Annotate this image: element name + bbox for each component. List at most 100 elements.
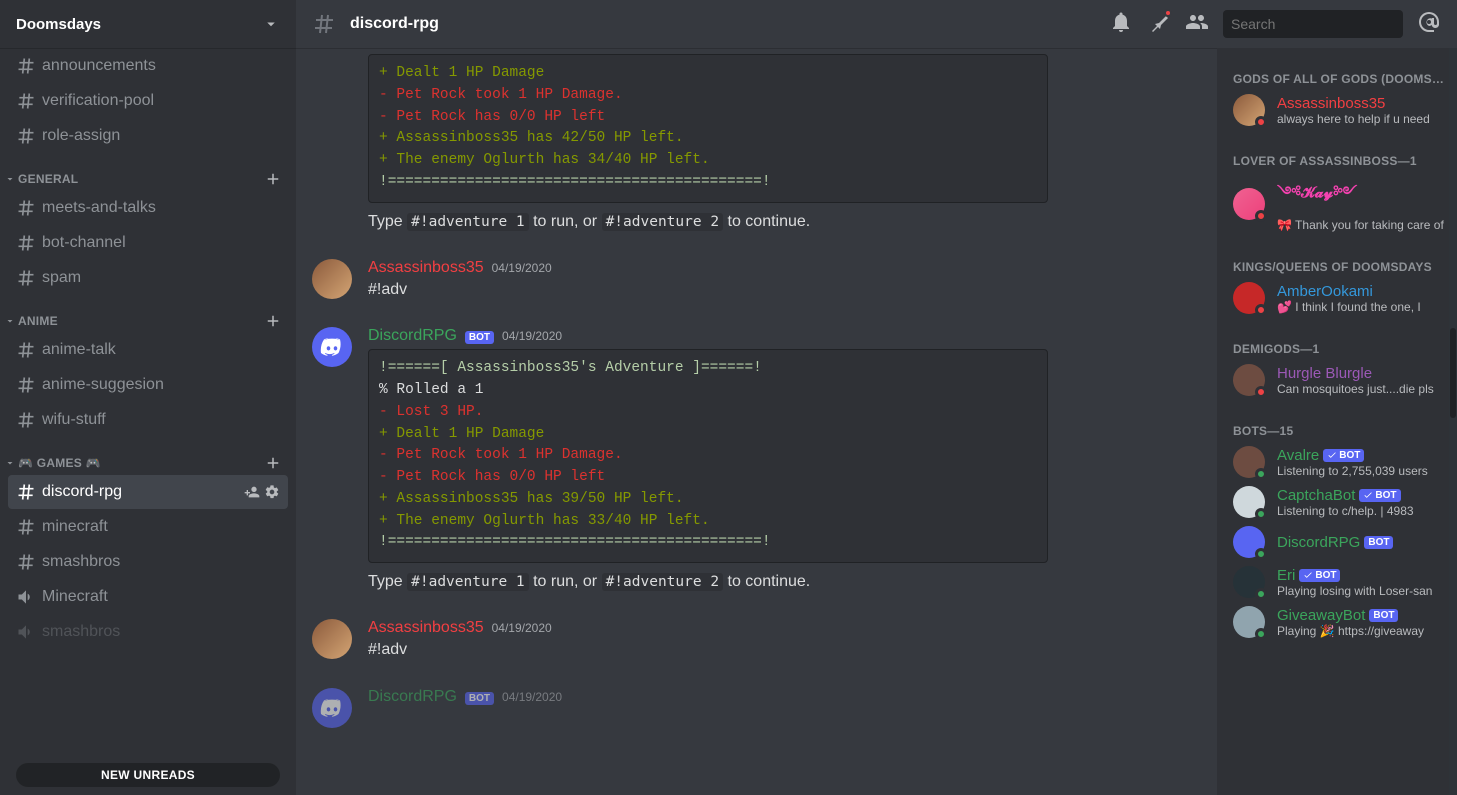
channel-item[interactable]: discord-rpg — [8, 475, 288, 509]
member-name: CaptchaBot BOT — [1277, 487, 1449, 504]
guild-header[interactable]: Doomsdays — [0, 0, 296, 48]
bot-tag: BOT — [1364, 536, 1393, 549]
channel-item[interactable]: spam — [8, 261, 288, 295]
hash-icon — [16, 482, 36, 502]
pin-indicator — [1164, 9, 1172, 17]
member-item[interactable]: AmberOokami💕 I think I found the one, I — [1233, 278, 1449, 318]
member-item[interactable]: ༺𝓚𝓪𝔂༻🎀 Thank you for taking care of — [1233, 172, 1449, 236]
channel-list: announcements verification-pool role-assig… — [0, 48, 296, 795]
bot-tag: BOT — [465, 331, 494, 344]
avatar — [1233, 94, 1265, 126]
message-text: #!adv — [368, 639, 1185, 661]
channel-title: discord-rpg — [350, 15, 439, 33]
channel-label: role-assign — [42, 127, 280, 145]
member-status-text: 💕 I think I found the one, I — [1277, 300, 1449, 314]
member-item[interactable]: GiveawayBot BOTPlaying 🎉 https://giveawa… — [1233, 602, 1449, 642]
channel-item[interactable]: announcements — [8, 49, 288, 83]
channel-item[interactable]: minecraft — [8, 510, 288, 544]
member-status-text: always here to help if u need — [1277, 112, 1449, 126]
code-block: + Dealt 1 HP Damage - Pet Rock took 1 HP… — [368, 54, 1048, 203]
code-block: !======[ Assassinboss35's Adventure ]===… — [368, 349, 1048, 563]
plus-icon[interactable] — [264, 312, 282, 330]
pinned-button[interactable] — [1147, 10, 1171, 39]
member-status-text: 🎀 Thank you for taking care of — [1277, 218, 1449, 232]
member-name: AmberOokami — [1277, 283, 1449, 300]
notifications-button[interactable] — [1109, 10, 1133, 39]
author-name[interactable]: DiscordRPG — [368, 327, 457, 345]
channel-label: smashbros — [42, 623, 280, 641]
message: + Dealt 1 HP Damage - Pet Rock took 1 HP… — [296, 48, 1201, 235]
channel-label: verification-pool — [42, 92, 280, 110]
member-status-text: Playing losing with Loser-san — [1277, 584, 1449, 598]
member-group-title: GODS OF ALL OF GODS (DOOMSDAYS) — [1233, 48, 1449, 90]
channel-item[interactable]: bot-channel — [8, 226, 288, 260]
member-list: GODS OF ALL OF GODS (DOOMSDAYS)Assassinb… — [1217, 48, 1457, 795]
unread-label: NEW UNREADS — [101, 768, 195, 782]
member-item[interactable]: DiscordRPG BOT — [1233, 522, 1449, 562]
hash-icon — [16, 552, 36, 572]
member-item[interactable]: Eri BOTPlaying losing with Loser-san — [1233, 562, 1449, 602]
member-item[interactable]: Hurgle BlurgleCan mosquitoes just....die… — [1233, 360, 1449, 400]
avatar[interactable] — [312, 259, 352, 299]
category-label: ANIME — [18, 314, 58, 328]
channel-item[interactable]: anime-talk — [8, 333, 288, 367]
timestamp: 04/19/2020 — [492, 621, 552, 635]
author-name[interactable]: DiscordRPG — [368, 688, 457, 706]
bot-tag: BOT — [465, 692, 494, 705]
category-label: 🎮 GAMES 🎮 — [18, 456, 101, 470]
channel-item[interactable]: Minecraft — [8, 580, 288, 614]
mentions-button[interactable] — [1417, 10, 1441, 39]
member-group-title: DEMIGODS—1 — [1233, 318, 1449, 360]
avatar[interactable] — [312, 327, 352, 367]
hash-icon — [16, 91, 36, 111]
channel-label: wifu-stuff — [42, 411, 280, 429]
member-name: ༺𝓚𝓪𝔂༻ — [1277, 176, 1449, 218]
new-unreads-pill[interactable]: NEW UNREADS — [16, 763, 280, 787]
channel-item[interactable]: smashbros — [8, 545, 288, 579]
search-box[interactable] — [1223, 10, 1403, 38]
member-group-title: KINGS/QUEENS OF DOOMSDAYS — [1233, 236, 1449, 278]
channel-item[interactable]: wifu-stuff — [8, 403, 288, 437]
channel-label: anime-suggesion — [42, 376, 280, 394]
scrollbar-track[interactable] — [1449, 48, 1457, 795]
chat-header: discord-rpg — [296, 0, 1457, 48]
status-indicator — [1255, 386, 1267, 398]
channel-item[interactable]: smashbros — [8, 615, 288, 649]
author-name[interactable]: Assassinboss35 — [368, 259, 484, 277]
channel-item[interactable]: verification-pool — [8, 84, 288, 118]
plus-icon[interactable] — [264, 170, 282, 188]
channel-item[interactable]: meets-and-talks — [8, 191, 288, 225]
scrollbar-thumb[interactable] — [1450, 328, 1456, 418]
gear-icon[interactable] — [264, 484, 280, 500]
member-item[interactable]: Avalre BOTListening to 2,755,039 users — [1233, 442, 1449, 482]
guild-name: Doomsdays — [16, 16, 101, 33]
bell-icon — [1109, 10, 1133, 34]
channel-label: Minecraft — [42, 588, 280, 606]
message: DiscordRPG BOT 04/19/2020 — [296, 680, 1201, 730]
search-input[interactable] — [1231, 16, 1412, 32]
member-list-toggle[interactable] — [1185, 10, 1209, 39]
channel-label: smashbros — [42, 553, 280, 571]
hash-icon — [16, 340, 36, 360]
channel-item[interactable]: anime-suggesion — [8, 368, 288, 402]
avatar — [1233, 282, 1265, 314]
channel-item[interactable]: role-assign — [8, 119, 288, 153]
channel-category-header[interactable]: ANIME — [0, 296, 296, 332]
message: DiscordRPGBOT04/19/2020!======[ Assassin… — [296, 319, 1201, 595]
avatar[interactable] — [312, 688, 352, 728]
author-name[interactable]: Assassinboss35 — [368, 619, 484, 637]
avatar[interactable] — [312, 619, 352, 659]
plus-icon[interactable] — [264, 454, 282, 472]
member-item[interactable]: CaptchaBot BOTListening to c/help. | 498… — [1233, 482, 1449, 522]
add-user-icon[interactable] — [244, 484, 260, 500]
hash-icon — [16, 375, 36, 395]
member-name: Eri BOT — [1277, 567, 1449, 584]
channel-category-header[interactable]: 🎮 GAMES 🎮 — [0, 438, 296, 474]
member-item[interactable]: Assassinboss35always here to help if u n… — [1233, 90, 1449, 130]
bot-tag: BOT — [1359, 489, 1400, 502]
message: Assassinboss3504/19/2020#!adv — [296, 251, 1201, 303]
hash-icon — [16, 126, 36, 146]
timestamp: 04/19/2020 — [502, 690, 562, 704]
channel-category-header[interactable]: GENERAL — [0, 154, 296, 190]
chevron-down-icon — [262, 15, 280, 33]
